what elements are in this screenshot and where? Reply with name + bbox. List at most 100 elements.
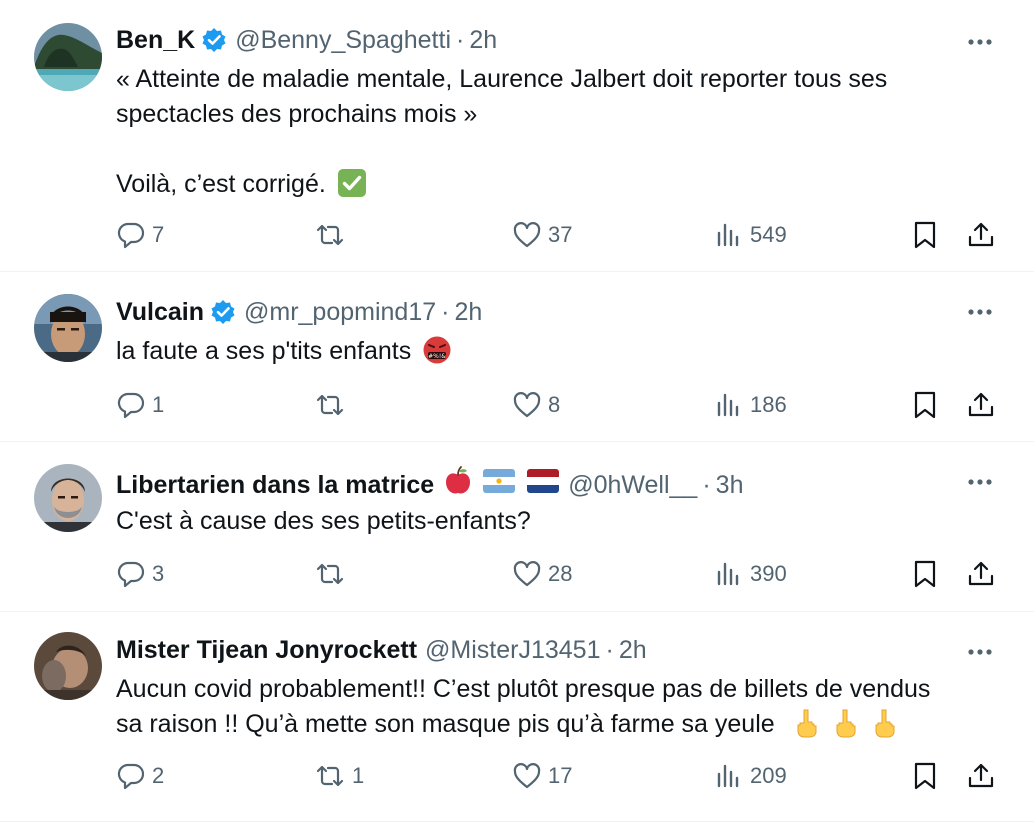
red-apple-emoji [444,466,472,504]
bookmark-button[interactable] [912,557,938,591]
retweet-icon [316,394,344,416]
avatar[interactable] [34,464,102,532]
retweet-button[interactable] [314,218,352,252]
tweet-actions: 2 1 17 209 [116,759,996,793]
retweet-button[interactable] [314,557,352,591]
tweet[interactable]: Ben_K @Benny_Spaghetti · 2h « Atteinte d… [0,0,1034,272]
reply-button[interactable]: 7 [116,218,164,252]
heart-icon [513,222,541,248]
more-options-icon[interactable] [968,308,992,316]
like-button[interactable]: 28 [512,557,572,591]
middle-finger-emoji [833,708,859,748]
tweet-text-line: Aucun covid probablement!! C’est plutôt … [116,675,931,703]
tweet-actions: 3 28 390 [116,557,996,591]
timestamp[interactable]: 3h [716,469,744,501]
retweet-icon [316,224,344,246]
share-button[interactable] [966,388,996,422]
share-button[interactable] [966,218,996,252]
reply-icon [117,222,145,249]
separator-dot: · [441,298,450,326]
tweet[interactable]: Vulcain @mr_popmind17 · 2h la faute a se… [0,272,1034,442]
share-icon [968,763,994,788]
avatar[interactable] [34,632,102,700]
verified-badge-icon[interactable] [210,299,236,325]
share-button[interactable] [966,759,996,793]
display-name[interactable]: Libertarien dans la matrice [116,469,434,501]
check-mark-button-emoji [337,168,367,208]
tweet-actions: 7 37 549 [116,218,996,252]
display-name[interactable]: Vulcain [116,296,204,328]
views-chart-icon [717,223,739,247]
tweet-text-line: Voilà, c’est corrigé. [116,170,326,198]
timestamp[interactable]: 2h [454,296,482,328]
tweet-header: Libertarien dans la matrice @0hWell__ · … [116,466,743,504]
avatar[interactable] [34,23,102,91]
views-button[interactable]: 390 [714,557,787,591]
timestamp[interactable]: 2h [619,634,647,666]
handle[interactable]: @mr_popmind17 [244,296,436,328]
views-button[interactable]: 209 [714,759,787,793]
face-with-symbols-on-mouth-emoji: #%!& [422,335,452,375]
retweet-button[interactable] [314,388,352,422]
handle[interactable]: @Benny_Spaghetti [235,24,451,56]
tweet-header: Mister Tijean Jonyrockett @MisterJ13451 … [116,634,647,666]
view-count: 390 [750,561,787,586]
reply-count: 2 [152,763,165,788]
view-count: 209 [750,763,787,788]
view-count: 186 [750,392,787,417]
reply-icon [117,392,145,419]
name-emojis [444,466,560,504]
more-options-icon[interactable] [968,648,992,656]
handle[interactable]: @0hWell__ [568,469,697,501]
separator-dot: · [702,471,711,499]
avatar[interactable] [34,294,102,362]
tweet-text: la faute a ses p'tits enfants #%!& [116,334,996,375]
bookmark-button[interactable] [912,388,938,422]
middle-finger-emoji [872,708,898,748]
views-button[interactable]: 186 [714,388,787,422]
retweet-button[interactable]: 1 [314,759,364,793]
share-icon [968,561,994,586]
views-chart-icon [717,393,739,417]
bookmark-button[interactable] [912,759,938,793]
like-button[interactable]: 37 [512,218,572,252]
tweet[interactable]: Mister Tijean Jonyrockett @MisterJ13451 … [0,612,1034,822]
tweet-header: Vulcain @mr_popmind17 · 2h [116,296,482,328]
retweet-icon [316,563,344,585]
reply-button[interactable]: 1 [116,388,164,422]
reply-button[interactable]: 2 [116,759,164,793]
heart-icon [513,763,541,789]
verified-badge-icon[interactable] [201,27,227,53]
retweet-count: 1 [352,763,365,788]
like-button[interactable]: 17 [512,759,572,793]
handle[interactable]: @MisterJ13451 [425,634,600,666]
share-icon [968,392,994,417]
reply-feed: Ben_K @Benny_Spaghetti · 2h « Atteinte d… [0,0,1034,822]
tweet-text: « Atteinte de maladie mentale, Laurence … [116,62,996,208]
views-button[interactable]: 549 [714,218,787,252]
reply-count: 7 [152,222,165,247]
like-count: 17 [548,763,573,788]
reply-button[interactable]: 3 [116,557,164,591]
more-options-icon[interactable] [968,38,992,46]
tweet-header: Ben_K @Benny_Spaghetti · 2h [116,24,497,56]
like-count: 8 [548,392,561,417]
tweet[interactable]: Libertarien dans la matrice @0hWell__ · … [0,442,1034,612]
timestamp[interactable]: 2h [469,24,497,56]
tweet-actions: 1 8 186 [116,388,996,422]
tweet-text-line: la faute a ses p'tits enfants [116,337,412,365]
reply-count: 1 [152,392,165,417]
reply-count: 3 [152,561,165,586]
views-chart-icon [717,764,739,788]
separator-dot: · [605,636,614,664]
display-name[interactable]: Ben_K [116,24,195,56]
tweet-text-line: « Atteinte de maladie mentale, Laurence … [116,65,888,93]
like-button[interactable]: 8 [512,388,560,422]
argentina-flag-emoji [482,468,516,502]
share-button[interactable] [966,557,996,591]
bookmark-button[interactable] [912,218,938,252]
more-options-icon[interactable] [968,478,992,486]
tweet-text: C'est à cause des ses petits-enfants? [116,504,996,539]
heart-icon [513,561,541,587]
display-name[interactable]: Mister Tijean Jonyrockett [116,634,417,666]
